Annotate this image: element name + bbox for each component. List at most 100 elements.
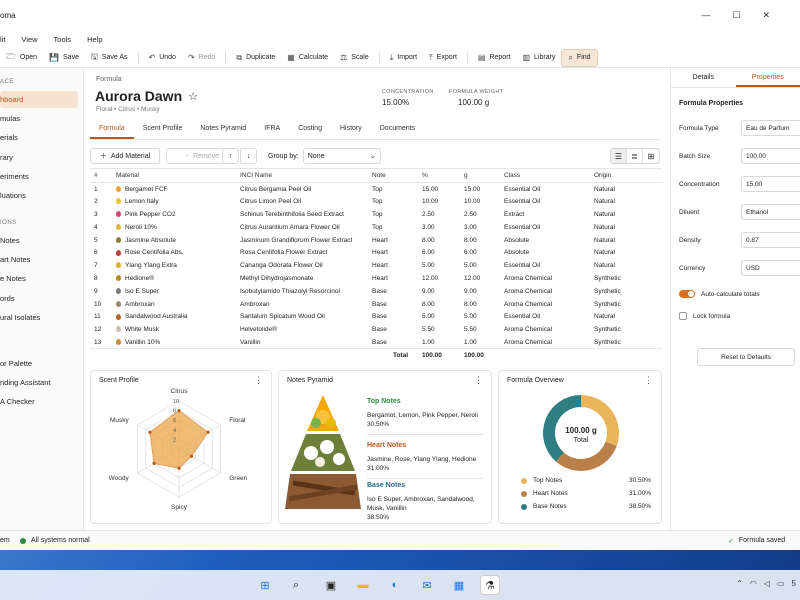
menu-item[interactable]: Tools [54, 35, 72, 44]
more-icon[interactable]: ⋮ [474, 375, 483, 386]
column-header[interactable]: % [418, 168, 460, 183]
more-icon[interactable]: ⋮ [644, 375, 653, 386]
column-header[interactable]: Class [500, 168, 590, 183]
table-row[interactable]: 5 Jasmine Absolute Jasminum Grandiflorum F… [90, 234, 662, 247]
file-explorer-icon[interactable]: ▬ [353, 575, 373, 595]
move-down-button[interactable]: ↓ [240, 148, 257, 164]
volume-icon[interactable]: ◁ [764, 579, 770, 588]
menu-item[interactable]: lit [0, 35, 5, 44]
sidebar-item[interactable]: luations [0, 187, 78, 204]
search-icon[interactable]: ⌕ [286, 575, 306, 595]
battery-icon[interactable]: ▭ [777, 579, 785, 588]
clock[interactable]: 5 [792, 579, 796, 588]
table-row[interactable]: 1 Bergamot FCF Citrus Bergamia Peel Oil Top… [90, 183, 662, 196]
sidebar-item[interactable]: art Notes [0, 251, 78, 268]
detail-view-icon[interactable]: ≣ [627, 149, 643, 163]
redo-button[interactable]: ↷ Redo [182, 50, 221, 65]
sidebar-item[interactable]: A Checker [0, 393, 78, 410]
start-icon[interactable]: ⊞ [255, 575, 275, 595]
sidebar-item[interactable]: Notes [0, 232, 78, 249]
library-button[interactable]: ▥ Library [516, 50, 561, 65]
sidebar-item[interactable]: e Notes [0, 270, 78, 287]
task-view-icon[interactable]: ▣ [321, 575, 341, 595]
table-row[interactable]: 8 Hedione® Methyl Dihydrojasmonate Heart 12.… [90, 272, 662, 285]
find-button[interactable]: ⌕ Find [561, 48, 598, 67]
tab-costing[interactable]: Costing [289, 120, 331, 139]
tab-documents[interactable]: Documents [371, 120, 424, 139]
open-button[interactable]: 🗁 Open [0, 48, 43, 68]
checkbox[interactable] [679, 312, 687, 320]
table-row[interactable]: 12 White Musk Helvetolide® Base 5.50 5.50 Arom… [90, 323, 662, 336]
property-field[interactable]: Ethanol [741, 204, 800, 220]
chevron-up-icon[interactable]: ⌃ [736, 579, 743, 588]
tab-scent-profile[interactable]: Scent Profile [134, 120, 192, 139]
tab-ifra[interactable]: IFRA [255, 120, 289, 139]
mail-icon[interactable]: ✉ [417, 575, 437, 595]
minimize-icon[interactable]: — [701, 10, 710, 21]
calendar-icon[interactable]: ▦ [449, 575, 469, 595]
tab-formula[interactable]: Formula [90, 120, 134, 139]
perfume-app-icon[interactable]: ⚗ [480, 575, 500, 595]
column-header[interactable]: Origin [590, 168, 662, 183]
save-as-button[interactable]: 🖫 Save As [85, 48, 134, 68]
column-header[interactable]: # [90, 168, 112, 183]
breadcrumb[interactable]: Formula [96, 76, 122, 83]
group-by-select[interactable]: None ⌄ [302, 148, 381, 164]
table-row[interactable]: 13 Vanillin 10% Vanillin Base 1.00 1.00 Aroma … [90, 336, 662, 349]
table-row[interactable]: 2 Lemon Italy Citrus Limon Peel Oil Top 10.0… [90, 195, 662, 208]
sidebar-item[interactable]: mulas [0, 110, 78, 127]
move-up-button[interactable]: ↑ [222, 148, 239, 164]
maximize-icon[interactable]: ☐ [732, 10, 740, 21]
sidebar-item[interactable]: erials [0, 129, 78, 146]
sidebar-item[interactable]: ords [0, 290, 78, 307]
property-field[interactable]: USD [741, 260, 800, 276]
table-row[interactable]: 10 Ambroxan Ambroxan Base 8.00 8.00 Aroma Chem… [90, 298, 662, 311]
column-header[interactable]: INCI Name [236, 168, 368, 183]
table-row[interactable]: 11 Sandalwood Australia Santalum Spicatum … [90, 310, 662, 323]
sidebar-item[interactable]: rary [0, 149, 78, 166]
import-button[interactable]: ⤓ Import [384, 50, 423, 66]
close-icon[interactable]: ✕ [762, 10, 770, 21]
table-row[interactable]: 4 Neroli 10% Citrus Aurantium Amara Flower… [90, 221, 662, 234]
calculate-button[interactable]: ▦ Calculate [281, 50, 334, 65]
menu-item[interactable]: View [21, 35, 37, 44]
table-row[interactable]: 9 Iso E Super Isobutylamido Thiazolyl Reso… [90, 285, 662, 298]
table-row[interactable]: 3 Pink Pepper CO2 Schinus Terebinthifolia … [90, 208, 662, 221]
scale-button[interactable]: ⚖ Scale [334, 50, 375, 65]
sidebar-item[interactable]: ural Isolates [0, 309, 78, 326]
grid-view-icon[interactable]: ⊞ [643, 149, 659, 163]
cell-text: 9.00 [464, 287, 477, 295]
auto-calc-toggle[interactable]: Auto-calculate totals [679, 290, 760, 298]
sidebar-item[interactable]: eriments [0, 168, 78, 185]
sidebar-item[interactable]: or Palette [0, 355, 78, 372]
add-material-button[interactable]: ＋ Add Material [90, 148, 160, 164]
property-field[interactable]: Eau de Parfum [741, 120, 800, 136]
sidebar-item[interactable]: hboard [0, 91, 78, 108]
property-field[interactable]: 15.00 [741, 176, 800, 192]
sidebar-item[interactable]: nding Assistant [0, 374, 78, 391]
lock-formula-checkbox[interactable]: Lock formula [679, 312, 730, 320]
tab-properties[interactable]: Properties [735, 68, 800, 87]
column-header[interactable]: Note [368, 168, 418, 183]
table-row[interactable]: 7 Ylang Ylang Extra Cananga Odorata Flower… [90, 259, 662, 272]
report-button[interactable]: ▤ Report [472, 50, 517, 65]
tab-history[interactable]: History [331, 120, 371, 139]
export-button[interactable]: ⤒ Export [423, 50, 463, 66]
tab-details[interactable]: Details [671, 68, 736, 87]
table-row[interactable]: 6 Rose Centifolia Abs. Rosa Centifolia Flo… [90, 246, 662, 259]
menu-item[interactable]: Help [87, 35, 102, 44]
tab-notes-pyramid[interactable]: Notes Pyramid [191, 120, 255, 139]
property-field[interactable]: 100.00 [741, 148, 800, 164]
column-header[interactable]: Material [112, 168, 236, 183]
reset-defaults-button[interactable]: Reset to Defaults [697, 348, 795, 366]
column-header[interactable]: g [460, 168, 500, 183]
wifi-icon[interactable]: ◠ [750, 579, 757, 588]
edge-icon[interactable]: ◐ [385, 575, 405, 595]
property-field[interactable]: 0.87 [741, 232, 800, 248]
star-icon[interactable]: ☆ [188, 90, 198, 103]
list-view-icon[interactable]: ☰ [611, 149, 627, 163]
toggle-switch[interactable] [679, 290, 695, 298]
duplicate-button[interactable]: ⧉ Duplicate [230, 50, 281, 66]
save-button[interactable]: 💾 Save [43, 50, 85, 65]
undo-button[interactable]: ↶ Undo [143, 50, 182, 65]
